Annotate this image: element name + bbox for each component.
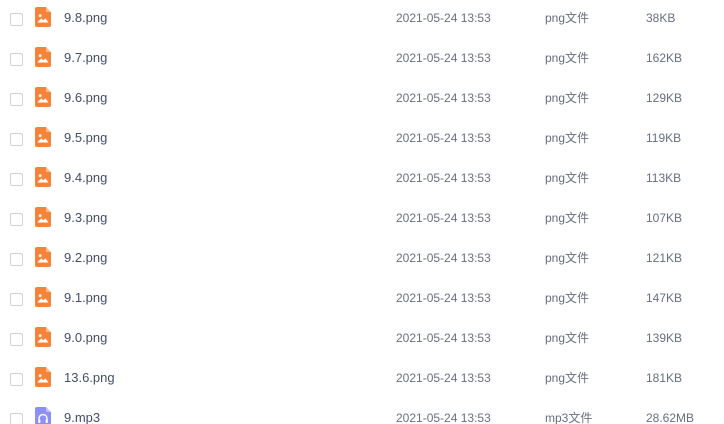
row-checkbox[interactable] [10,253,23,266]
file-modified-time: 2021-05-24 13:53 [396,51,491,65]
file-type: png文件 [545,171,590,185]
audio-file-icon [35,407,51,424]
image-file-icon [35,247,51,267]
file-type: png文件 [545,331,590,345]
image-file-icon [35,87,51,107]
file-type: png文件 [545,131,590,145]
file-modified-time: 2021-05-24 13:53 [396,211,491,225]
image-file-icon [35,327,51,347]
file-name[interactable]: 9.4.png [64,160,107,196]
file-modified-time: 2021-05-24 13:53 [396,131,491,145]
file-size: 28.62MB [646,411,695,424]
file-modified-time: 2021-05-24 13:53 [396,331,491,345]
file-size: 38KB [646,11,676,25]
row-checkbox[interactable] [10,53,23,66]
row-checkbox[interactable] [10,293,23,306]
row-checkbox[interactable] [10,333,23,346]
file-name[interactable]: 9.3.png [64,200,107,236]
file-name[interactable]: 9.7.png [64,40,107,76]
file-type: png文件 [545,291,590,305]
file-size: 139KB [646,331,683,345]
row-checkbox[interactable] [10,213,23,226]
file-name[interactable]: 13.6.png [64,360,115,396]
file-row[interactable]: 9.3.png 2021-05-24 13:53 png文件 107KB [0,200,724,240]
file-name[interactable]: 9.8.png [64,0,107,36]
row-checkbox[interactable] [10,413,23,424]
file-list: 9.8.png 2021-05-24 13:53 png文件 38KB 9.7.… [0,0,724,424]
file-row[interactable]: 9.0.png 2021-05-24 13:53 png文件 139KB [0,320,724,360]
image-file-icon [35,207,51,227]
file-row[interactable]: 9.7.png 2021-05-24 13:53 png文件 162KB [0,40,724,80]
image-file-icon [35,127,51,147]
file-modified-time: 2021-05-24 13:53 [396,91,491,105]
file-modified-time: 2021-05-24 13:53 [396,11,491,25]
file-size: 113KB [646,171,682,185]
file-size: 121KB [646,251,683,265]
row-checkbox[interactable] [10,133,23,146]
file-row[interactable]: 9.5.png 2021-05-24 13:53 png文件 119KB [0,120,724,160]
file-name[interactable]: 9.2.png [64,240,107,276]
file-size: 181KB [646,371,683,385]
file-name[interactable]: 9.5.png [64,120,107,156]
file-size: 119KB [646,131,682,145]
row-checkbox[interactable] [10,13,23,26]
file-row[interactable]: 9.2.png 2021-05-24 13:53 png文件 121KB [0,240,724,280]
row-checkbox[interactable] [10,93,23,106]
file-size: 162KB [646,51,683,65]
image-file-icon [35,367,51,387]
file-row[interactable]: 9.1.png 2021-05-24 13:53 png文件 147KB [0,280,724,320]
file-row[interactable]: 9.mp3 2021-05-24 13:53 mp3文件 28.62MB [0,400,724,424]
image-file-icon [35,167,51,187]
image-file-icon [35,287,51,307]
file-type: png文件 [545,371,590,385]
file-size: 147KB [646,291,683,305]
file-modified-time: 2021-05-24 13:53 [396,411,491,424]
row-checkbox[interactable] [10,373,23,386]
file-name[interactable]: 9.6.png [64,80,107,116]
file-type: png文件 [545,11,590,25]
row-checkbox[interactable] [10,173,23,186]
file-name[interactable]: 9.mp3 [64,400,100,424]
file-type: png文件 [545,211,590,225]
file-name[interactable]: 9.0.png [64,320,107,356]
file-type: png文件 [545,91,590,105]
file-type: png文件 [545,251,590,265]
file-type: mp3文件 [545,411,593,424]
file-modified-time: 2021-05-24 13:53 [396,251,491,265]
file-type: png文件 [545,51,590,65]
file-row[interactable]: 9.8.png 2021-05-24 13:53 png文件 38KB [0,0,724,40]
file-size: 107KB [646,211,683,225]
file-name[interactable]: 9.1.png [64,280,107,316]
file-modified-time: 2021-05-24 13:53 [396,371,491,385]
image-file-icon [35,47,51,67]
file-size: 129KB [646,91,683,105]
file-modified-time: 2021-05-24 13:53 [396,171,491,185]
file-modified-time: 2021-05-24 13:53 [396,291,491,305]
image-file-icon [35,7,51,27]
file-row[interactable]: 13.6.png 2021-05-24 13:53 png文件 181KB [0,360,724,400]
file-row[interactable]: 9.6.png 2021-05-24 13:53 png文件 129KB [0,80,724,120]
file-row[interactable]: 9.4.png 2021-05-24 13:53 png文件 113KB [0,160,724,200]
